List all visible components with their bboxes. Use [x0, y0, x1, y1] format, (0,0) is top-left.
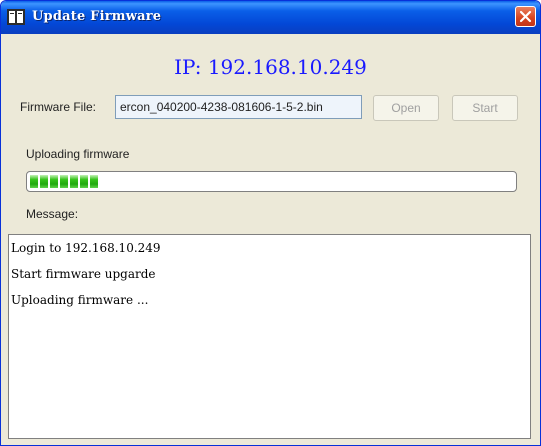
- message-line: Login to 192.168.10.249: [11, 241, 161, 255]
- firmware-file-label: Firmware File:: [20, 100, 97, 114]
- start-button[interactable]: Start: [452, 95, 518, 121]
- message-log[interactable]: Login to 192.168.10.249 Start firmware u…: [8, 234, 531, 439]
- message-line: Start firmware upgarde: [11, 267, 156, 281]
- app-window-icon: [7, 9, 25, 25]
- title-bar[interactable]: Update Firmware: [1, 1, 540, 34]
- firmware-file-field[interactable]: ercon_040200-4238-081606-1-5-2.bin: [115, 95, 362, 119]
- progress-block: [60, 175, 68, 188]
- message-label: Message:: [26, 207, 79, 221]
- progress-block: [40, 175, 48, 188]
- progress-block: [80, 175, 88, 188]
- open-button[interactable]: Open: [373, 95, 439, 121]
- progress-block: [70, 175, 78, 188]
- window-title: Update Firmware: [32, 9, 162, 24]
- close-button[interactable]: [515, 6, 536, 27]
- progress-block: [50, 175, 58, 188]
- message-line: Uploading firmware ...: [11, 293, 149, 307]
- upload-progress-bar: [26, 171, 517, 192]
- progress-fill: [30, 175, 98, 188]
- progress-block: [30, 175, 38, 188]
- update-firmware-window: Update Firmware IP: 192.168.10.249 Firmw…: [0, 0, 541, 446]
- upload-status-label: Uploading firmware: [26, 147, 130, 161]
- progress-block: [90, 175, 98, 188]
- close-icon: [519, 10, 532, 23]
- ip-address-heading: IP: 192.168.10.249: [174, 55, 367, 79]
